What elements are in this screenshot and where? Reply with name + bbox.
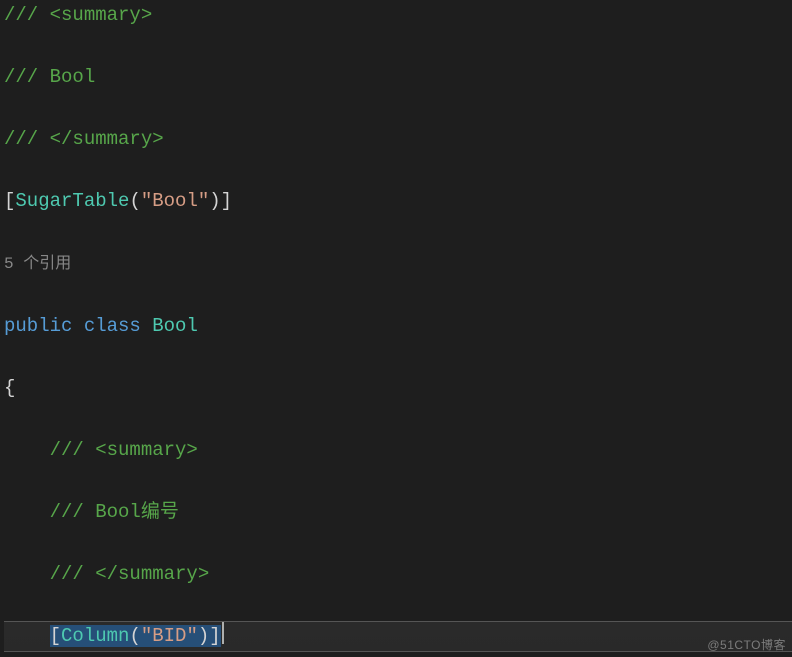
xml-doc-comment: /// </summary>	[50, 563, 210, 585]
class-name: Bool	[152, 315, 198, 337]
code-line: [SugarTable("Bool")]	[4, 186, 792, 217]
code-line-current: [Column("BID")]	[4, 621, 792, 652]
xml-doc-comment: /// Bool编号	[50, 501, 179, 523]
xml-doc-comment: /// </summary>	[4, 128, 164, 150]
string-literal: "Bool"	[141, 190, 209, 212]
code-editor[interactable]: /// <summary> /// Bool /// </summary> [S…	[0, 0, 792, 657]
code-line: /// </summary>	[4, 559, 792, 590]
attribute-sugartable: SugarTable	[15, 190, 129, 212]
xml-doc-comment: /// <summary>	[50, 439, 198, 461]
codelens-references[interactable]: 5 个引用	[4, 248, 792, 280]
text-cursor	[222, 622, 224, 644]
code-line: /// <summary>	[4, 0, 792, 31]
code-line: /// Bool	[4, 62, 792, 93]
watermark: @51CTO博客	[707, 636, 786, 653]
code-line: /// Bool编号	[4, 497, 792, 528]
code-line: public class Bool	[4, 311, 792, 342]
string-literal: "BID"	[141, 625, 198, 647]
xml-doc-comment: /// Bool	[4, 66, 95, 88]
xml-doc-comment: /// <summary>	[4, 4, 152, 26]
code-line: /// </summary>	[4, 124, 792, 155]
code-line: {	[4, 373, 792, 404]
code-line: /// <summary>	[4, 435, 792, 466]
attribute-column: Column	[61, 625, 129, 647]
